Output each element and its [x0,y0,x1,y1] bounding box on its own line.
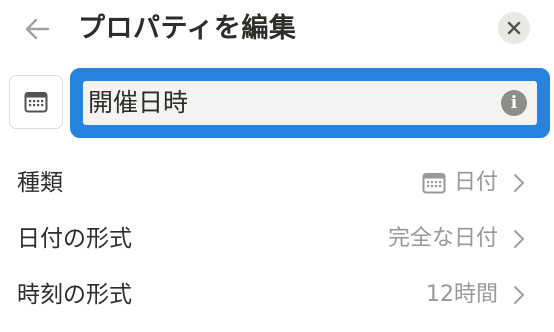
close-icon [507,21,521,35]
calendar-icon [24,92,48,113]
setting-label-time-format: 時刻の形式 [17,282,132,308]
chevron-right-icon [514,230,524,248]
page-title: プロパティを編集 [78,13,297,44]
setting-label-type: 種類 [17,170,63,196]
setting-row-type[interactable]: 種類 日付 [0,155,554,211]
calendar-icon [422,173,446,194]
setting-value-date-format: 完全な日付 [387,226,498,251]
close-button[interactable] [498,12,530,44]
setting-value-text: 日付 [453,170,498,195]
setting-value-type: 日付 [422,155,498,211]
property-name-inner: i [83,81,537,125]
setting-row-date-format[interactable]: 日付の形式 完全な日付 [0,211,554,267]
property-name-input[interactable] [83,81,488,125]
back-button[interactable] [20,12,54,46]
header: プロパティを編集 [0,0,554,58]
setting-label-date-format: 日付の形式 [17,226,132,252]
property-name-field[interactable]: i [70,68,550,138]
arrow-left-icon [25,18,50,40]
property-icon-button[interactable] [9,75,63,129]
setting-value-time-format: 12時間 [426,282,498,307]
setting-row-time-format[interactable]: 時刻の形式 12時間 [0,267,554,323]
chevron-right-icon [514,286,524,304]
chevron-right-icon [514,174,524,192]
info-icon[interactable]: i [501,90,527,116]
